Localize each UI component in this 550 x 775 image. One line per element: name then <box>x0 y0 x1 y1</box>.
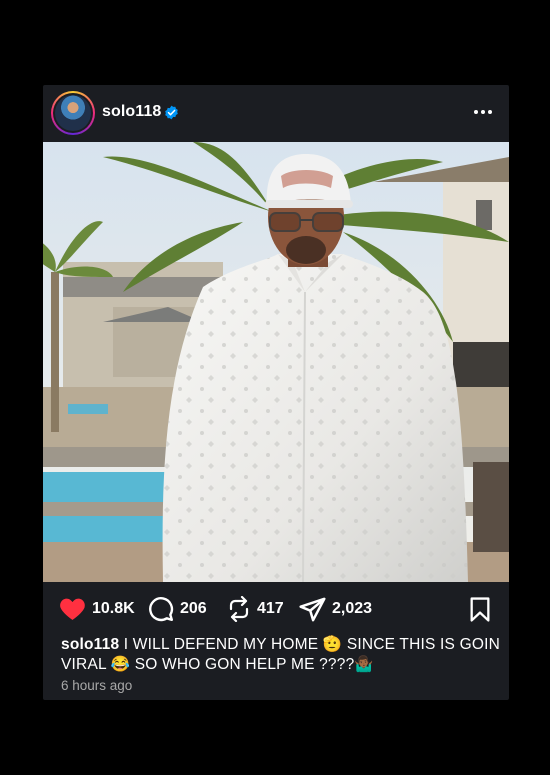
post-card: solo118 10.8K 206 417 2,023 solo118 I WI… <box>43 85 509 700</box>
verified-badge-icon <box>165 105 178 120</box>
action-bar: 10.8K 206 417 2,023 <box>43 592 509 626</box>
repost-count[interactable]: 417 <box>257 600 284 618</box>
post-caption: solo118 I WILL DEFEND MY HOME 🫡 SINCE TH… <box>61 635 501 675</box>
like-group: 10.8K <box>59 592 135 626</box>
like-count[interactable]: 10.8K <box>92 600 135 618</box>
comment-count[interactable]: 206 <box>180 600 207 618</box>
repost-group: 417 <box>227 592 284 626</box>
caption-username[interactable]: solo118 <box>61 636 119 653</box>
heart-icon[interactable] <box>59 597 86 621</box>
comment-icon[interactable] <box>148 596 174 622</box>
post-photo[interactable] <box>43 142 509 582</box>
caption-text: I WILL DEFEND MY HOME 🫡 SINCE THIS IS GO… <box>61 636 501 673</box>
post-header: solo118 <box>43 85 509 142</box>
avatar[interactable] <box>51 91 95 135</box>
username[interactable]: solo118 <box>102 103 161 121</box>
share-count[interactable]: 2,023 <box>332 600 372 618</box>
share-group: 2,023 <box>299 592 372 626</box>
repost-icon[interactable] <box>227 596 251 622</box>
post-timestamp: 6 hours ago <box>61 678 133 693</box>
bookmark-icon[interactable] <box>469 597 491 622</box>
more-options-icon[interactable] <box>471 103 495 121</box>
share-icon[interactable] <box>299 597 326 622</box>
comment-group: 206 <box>148 592 207 626</box>
